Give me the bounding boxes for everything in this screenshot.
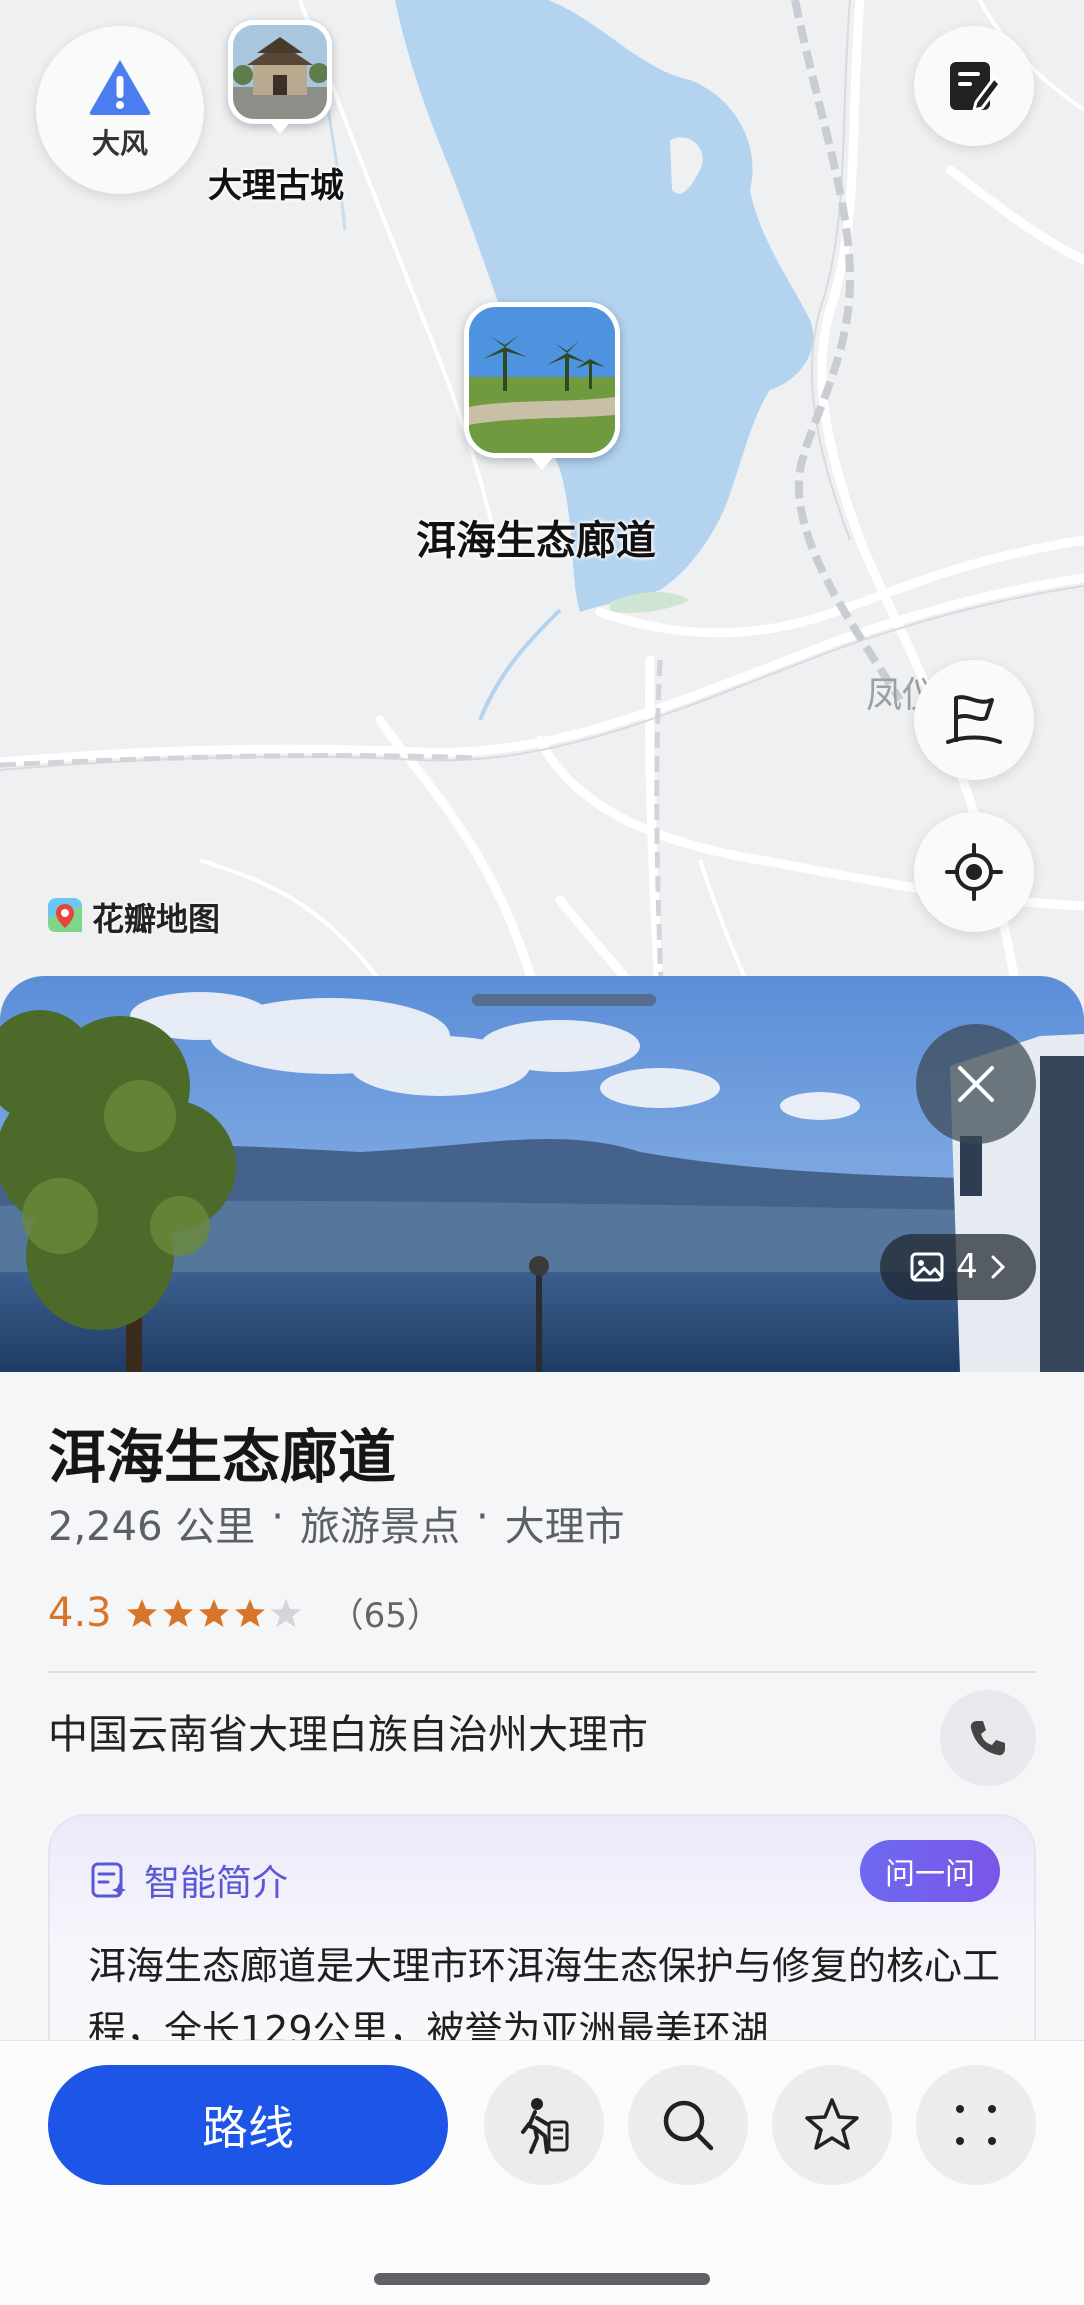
old-town-gate-image: [233, 25, 327, 119]
weather-alert-button[interactable]: 大风: [36, 26, 204, 194]
poi-selected-label[interactable]: 洱海生态廊道: [416, 508, 656, 566]
edit-note-icon: [950, 62, 1002, 113]
home-indicator[interactable]: [374, 2273, 710, 2285]
brand-name: 花瓣地图: [92, 900, 221, 938]
divider: [48, 1671, 1036, 1673]
star-icon: [805, 2098, 859, 2150]
search-icon: [663, 2100, 714, 2151]
more-icon: [956, 2105, 996, 2145]
phone-icon: [970, 1721, 1005, 1756]
sheet-drag-handle[interactable]: [472, 994, 656, 1006]
flag-button[interactable]: [914, 660, 1034, 780]
warning-icon: [89, 60, 151, 115]
photo-gallery-button[interactable]: 4: [880, 1234, 1036, 1300]
place-title: 洱海生态廊道: [48, 1423, 397, 1491]
star-empty-icon: [270, 1598, 301, 1627]
close-button[interactable]: [916, 1024, 1036, 1144]
separator: ·: [271, 1494, 284, 1540]
close-icon: [958, 1066, 994, 1102]
star-filled-icon: [162, 1598, 193, 1627]
poi-selected-thumbnail[interactable]: [464, 302, 620, 458]
poi-pointer: [530, 456, 554, 470]
poi-dali-old-town-thumbnail[interactable]: [228, 20, 332, 124]
edit-button[interactable]: [914, 26, 1034, 146]
action-bar: 路线: [0, 2040, 1084, 2305]
poi-dali-old-town-label[interactable]: 大理古城: [208, 158, 344, 207]
call-button[interactable]: [940, 1690, 1036, 1786]
palm-trees-image: [469, 307, 615, 453]
ask-ai-button[interactable]: 问一问: [860, 1840, 1000, 1902]
photo-count-value: 4: [956, 1247, 978, 1287]
walk-navigation-button[interactable]: [484, 2065, 604, 2185]
chevron-right-icon: [991, 1255, 1005, 1279]
ai-summary-header: 智能简介: [90, 1854, 288, 1906]
weather-alert-label: 大风: [91, 127, 148, 160]
favorite-button[interactable]: [772, 2065, 892, 2185]
search-nearby-button[interactable]: [628, 2065, 748, 2185]
flag-icon: [946, 695, 1002, 744]
brand-watermark: 花瓣地图: [48, 894, 220, 940]
walk-icon: [521, 2098, 569, 2154]
poi-pointer: [268, 120, 292, 134]
route-button[interactable]: 路线: [48, 2065, 448, 2185]
place-hero-photo[interactable]: 4: [0, 976, 1084, 1372]
place-distance: 2,246 公里: [48, 1504, 256, 1550]
rating-row[interactable]: 4.3 （65）: [48, 1588, 441, 1637]
crosshair-icon: [945, 843, 1003, 901]
map-view[interactable]: 大风 大理古城 洱海生态廊道 凤仪 花瓣地图: [0, 0, 1084, 1010]
rating-score: 4.3: [48, 1589, 112, 1636]
place-address[interactable]: 中国云南省大理白族自治州大理市: [48, 1702, 648, 1760]
petal-maps-logo-icon: [48, 898, 82, 932]
more-button[interactable]: [916, 2065, 1036, 2185]
place-category: 旅游景点: [299, 1504, 460, 1550]
star-filled-icon: [126, 1598, 157, 1627]
lake-landscape-image: [0, 976, 1084, 1372]
ai-document-icon: [91, 1862, 126, 1898]
rating-count: （65）: [329, 1596, 441, 1636]
rating-stars: [126, 1597, 302, 1629]
place-city: 大理市: [504, 1504, 625, 1550]
star-filled-icon: [234, 1598, 265, 1627]
image-icon: [910, 1252, 944, 1282]
star-filled-icon: [198, 1598, 229, 1627]
place-meta: 2,246 公里 · 旅游景点 · 大理市: [48, 1494, 625, 1552]
locate-me-button[interactable]: [914, 812, 1034, 932]
ai-summary-label: 智能简介: [144, 1863, 289, 1904]
separator: ·: [475, 1494, 489, 1540]
